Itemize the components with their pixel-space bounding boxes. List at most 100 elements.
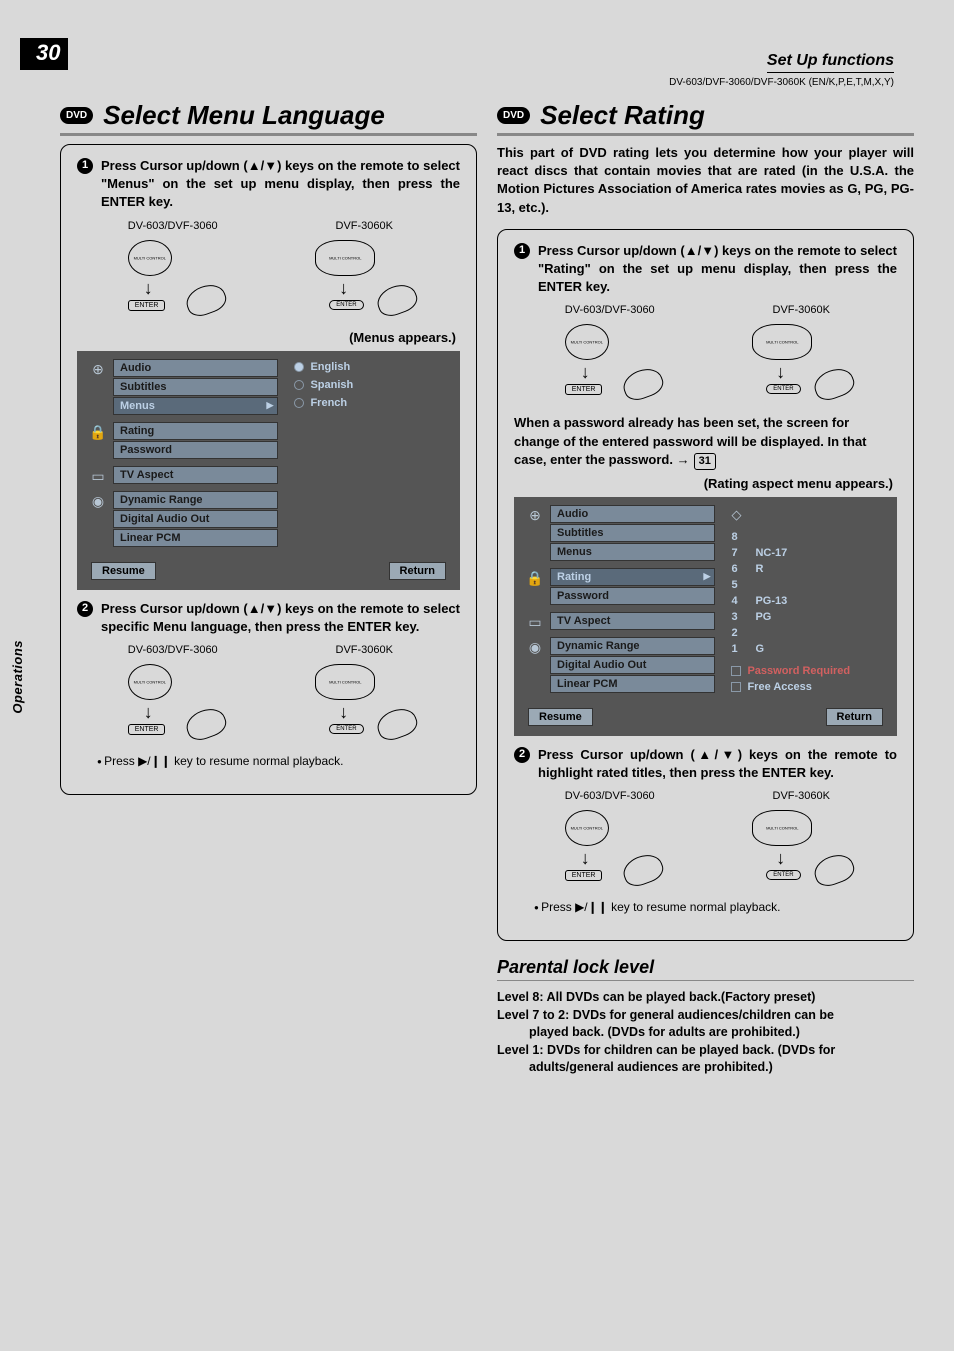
left-step-2: 2 Press Cursor up/down (▲/▼) keys on the… xyxy=(77,600,460,768)
remote-label: DVF-3060K xyxy=(336,644,393,656)
rating-icon: ◇ xyxy=(727,505,745,523)
menu-item: Dynamic Range xyxy=(113,491,278,509)
speaker-icon: ◉ xyxy=(87,491,109,548)
menu-left-pane: ⊕ Audio Subtitles Menus 🔒 Rati xyxy=(524,505,715,698)
menu-item: Audio xyxy=(550,505,715,523)
remote-label: DV-603/DVF-3060 xyxy=(128,220,218,232)
page-header: Set Up functions DV-603/DVF-3060/DVF-306… xyxy=(669,52,894,88)
enter-button-graphic: ENTER xyxy=(565,384,603,395)
rating-option: 2 xyxy=(727,625,887,641)
resume-playback-note: Press ▶/❙❙ key to resume normal playback… xyxy=(97,754,460,768)
enter-button-graphic: ENTER xyxy=(766,870,800,880)
header-model-list: DV-603/DVF-3060/DVF-3060K (EN/K,P,E,T,M,… xyxy=(669,77,894,88)
menu-items: Rating Password xyxy=(113,422,278,460)
rating-option: 1G xyxy=(727,641,887,657)
return-button: Return xyxy=(389,562,446,580)
left-column: DVD Select Menu Language 1 Press Cursor … xyxy=(60,100,477,1077)
arrow-down-icon: ↓ xyxy=(144,702,153,723)
arrow-down-icon: ↓ xyxy=(581,362,590,383)
title-select-rating: Select Rating xyxy=(540,100,705,131)
menu-items: Audio Subtitles Menus xyxy=(550,505,715,562)
step-number-icon: 1 xyxy=(514,243,530,259)
remote-graphic: ↓ ENTER xyxy=(555,806,665,886)
section-title-select-rating: DVD Select Rating xyxy=(497,100,914,136)
remote-block-b: DVF-3060K ↓ ENTER xyxy=(309,220,419,316)
menu-item: Password xyxy=(550,587,715,605)
remote-diagram-row: DV-603/DVF-3060 ↓ ENTER DVF-3060K ↓ xyxy=(514,304,897,400)
menu-right-pane: English Spanish French xyxy=(286,359,450,552)
menu-bottom-buttons: Resume Return xyxy=(87,562,450,580)
parental-lock-levels: Level 8: All DVDs can be played back.(Fa… xyxy=(497,989,914,1077)
option-item: French xyxy=(290,395,450,411)
left-step-1: 1 Press Cursor up/down (▲/▼) keys on the… xyxy=(77,157,460,590)
menu-item: Subtitles xyxy=(550,524,715,542)
menu-item: Linear PCM xyxy=(550,675,715,693)
rating-option: 3PG xyxy=(727,609,887,625)
arrow-down-icon: ↓ xyxy=(339,278,348,299)
page-number: 30 xyxy=(20,38,68,70)
menu-item: Menus xyxy=(550,543,715,561)
right-column: DVD Select Rating This part of DVD ratin… xyxy=(497,100,914,1077)
rating-menu-screenshot: ⊕ Audio Subtitles Menus 🔒 Rati xyxy=(514,497,897,736)
side-tab-operations: Operations xyxy=(10,640,25,714)
title-select-menu-language: Select Menu Language xyxy=(103,100,385,131)
remote-graphic: ↓ ENTER xyxy=(555,320,665,400)
remote-graphic: ↓ ENTER xyxy=(309,236,419,316)
arrow-down-icon: ↓ xyxy=(776,848,785,869)
hand-icon xyxy=(374,704,421,744)
menu-group: ◉ Dynamic Range Digital Audio Out Linear… xyxy=(524,637,715,694)
level-7-2: Level 7 to 2: DVDs for general audiences… xyxy=(497,1007,914,1025)
lock-icon: 🔒 xyxy=(524,568,546,606)
menu-item: Rating xyxy=(113,422,278,440)
remote-label: DVF-3060K xyxy=(773,790,830,802)
menu-item: TV Aspect xyxy=(113,466,278,484)
dpad-icon xyxy=(565,324,609,360)
rating-option: 6R xyxy=(727,561,887,577)
step-number-icon: 2 xyxy=(77,601,93,617)
right-step-2: 2 Press Cursor up/down (▲/▼) keys on the… xyxy=(514,746,897,914)
remote-label: DV-603/DVF-3060 xyxy=(128,644,218,656)
step-instruction: Press Cursor up/down (▲/▼) keys on the r… xyxy=(101,600,460,636)
hand-icon xyxy=(182,704,229,744)
menu-item: Audio xyxy=(113,359,278,377)
menu-screenshot: ⊕ Audio Subtitles Menus 🔒 Rati xyxy=(77,351,460,590)
hand-icon xyxy=(619,364,666,404)
menu-item: Linear PCM xyxy=(113,529,278,547)
password-note: When a password already has been set, th… xyxy=(514,414,897,470)
option-label: English xyxy=(310,361,350,373)
remote-diagram-row: DV-603/DVF-3060 ↓ ENTER DVF-3060K ↓ xyxy=(514,790,897,886)
remote-label: DVF-3060K xyxy=(773,304,830,316)
option-item: English xyxy=(290,359,450,375)
section-title-menu-language: DVD Select Menu Language xyxy=(60,100,477,136)
step-number-icon: 2 xyxy=(514,747,530,763)
level-7-2-cont: played back. (DVDs for adults are prohib… xyxy=(529,1024,914,1042)
menu-item: Digital Audio Out xyxy=(113,510,278,528)
radio-on-icon xyxy=(294,362,304,372)
lock-icon: 🔒 xyxy=(87,422,109,460)
dpad-icon xyxy=(315,240,375,276)
arrow-down-icon: ↓ xyxy=(144,278,153,299)
right-step-1: 1 Press Cursor up/down (▲/▼) keys on the… xyxy=(514,242,897,736)
dvd-badge-icon: DVD xyxy=(497,107,530,124)
menus-appears-label: (Menus appears.) xyxy=(81,330,456,345)
speaker-icon: ◉ xyxy=(524,637,546,694)
checkbox-icon xyxy=(731,666,741,676)
right-step-box: 1 Press Cursor up/down (▲/▼) keys on the… xyxy=(497,229,914,942)
menu-right-pane: ◇ 8 7NC-17 6R 5 4PG-13 3PG 2 1G xyxy=(723,505,887,698)
dvd-badge-icon: DVD xyxy=(60,107,93,124)
dpad-icon xyxy=(752,324,812,360)
dpad-icon xyxy=(315,664,375,700)
step-instruction: Press Cursor up/down (▲/▼) keys on the r… xyxy=(101,157,460,212)
remote-label: DV-603/DVF-3060 xyxy=(565,304,655,316)
menu-items: Audio Subtitles Menus xyxy=(113,359,278,416)
enter-button-graphic: ENTER xyxy=(329,724,363,734)
menu-bottom-buttons: Resume Return xyxy=(524,708,887,726)
rating-option: 4PG-13 xyxy=(727,593,887,609)
radio-off-icon xyxy=(294,398,304,408)
hand-icon xyxy=(619,850,666,890)
menu-group: ◉ Dynamic Range Digital Audio Out Linear… xyxy=(87,491,278,548)
menu-items: Rating Password xyxy=(550,568,715,606)
remote-graphic: ↓ ENTER xyxy=(746,806,856,886)
arrow-down-icon: ↓ xyxy=(339,702,348,723)
content-columns: DVD Select Menu Language 1 Press Cursor … xyxy=(60,100,914,1077)
